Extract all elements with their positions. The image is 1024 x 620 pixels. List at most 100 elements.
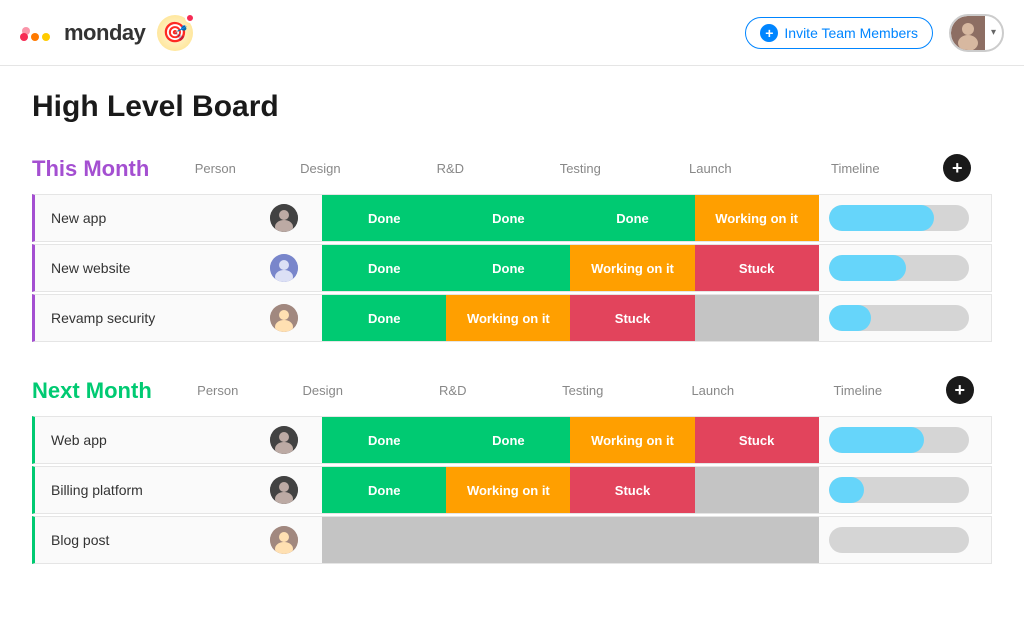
task-timeline bbox=[819, 477, 972, 503]
invite-btn-label: Invite Team Members bbox=[784, 25, 918, 41]
task-name: Billing platform bbox=[35, 482, 246, 498]
avatar bbox=[270, 204, 298, 232]
task-name: Blog post bbox=[35, 532, 246, 548]
section-this-month-title: This Month bbox=[32, 156, 149, 182]
task-status-testing bbox=[570, 517, 694, 563]
section-next-month-header: Next Month Person Design R&D Testing Lau… bbox=[32, 374, 992, 408]
timeline-bar bbox=[829, 527, 969, 553]
task-status-launch: Stuck bbox=[695, 417, 819, 463]
section-this-month-header: This Month Person Design R&D Testing Lau… bbox=[32, 152, 992, 186]
timeline-fill bbox=[829, 205, 934, 231]
avatar-image bbox=[951, 16, 985, 50]
task-status-testing: Working on it bbox=[570, 417, 694, 463]
task-person bbox=[246, 204, 322, 232]
mascot-icon: 🎯 bbox=[157, 15, 193, 51]
col-header-design: Design bbox=[255, 161, 385, 176]
monday-logo-icon bbox=[20, 23, 58, 43]
table-row: New website Done Done Working on it Stuc… bbox=[32, 244, 992, 292]
table-row: Billing platform Done Working on it Stuc… bbox=[32, 466, 992, 514]
task-timeline bbox=[819, 527, 972, 553]
invite-team-button[interactable]: + Invite Team Members bbox=[745, 17, 933, 49]
task-person bbox=[246, 426, 322, 454]
timeline-bar bbox=[829, 255, 969, 281]
task-status-rd: Done bbox=[446, 245, 570, 291]
section-this-month: This Month Person Design R&D Testing Lau… bbox=[32, 152, 992, 342]
task-status-launch bbox=[695, 517, 819, 563]
col-header-launch: Launch bbox=[645, 161, 775, 176]
task-status-testing: Stuck bbox=[570, 467, 694, 513]
avatar bbox=[270, 526, 298, 554]
task-status-rd bbox=[446, 517, 570, 563]
task-name: New website bbox=[35, 260, 246, 276]
mascot-notification-dot bbox=[185, 13, 195, 23]
avatar bbox=[270, 426, 298, 454]
task-status-testing: Done bbox=[570, 195, 694, 241]
timeline-bar bbox=[829, 205, 969, 231]
avatar bbox=[270, 254, 298, 282]
task-status-design bbox=[322, 517, 446, 563]
col-headers-this-month: Person Design R&D Testing Launch Timelin… bbox=[175, 152, 971, 184]
task-person bbox=[246, 254, 322, 282]
task-person bbox=[246, 304, 322, 332]
section-next-month: Next Month Person Design R&D Testing Lau… bbox=[32, 374, 992, 564]
task-person bbox=[246, 476, 322, 504]
table-row: New app Done Done Done Working on it bbox=[32, 194, 992, 242]
task-status-testing: Working on it bbox=[570, 245, 694, 291]
add-column-button-next-month[interactable]: + bbox=[946, 376, 974, 404]
task-name: Web app bbox=[35, 432, 246, 448]
header-right: + Invite Team Members ▾ bbox=[745, 14, 1004, 52]
task-person bbox=[246, 526, 322, 554]
col-header-design2: Design bbox=[258, 383, 388, 398]
task-status-launch bbox=[695, 467, 819, 513]
task-status-rd: Working on it bbox=[446, 467, 570, 513]
col-header-person2: Person bbox=[178, 383, 258, 398]
task-timeline bbox=[819, 255, 972, 281]
task-name: New app bbox=[35, 210, 246, 226]
task-status-rd: Done bbox=[446, 417, 570, 463]
table-row: Web app Done Done Working on it Stuck bbox=[32, 416, 992, 464]
col-header-rd2: R&D bbox=[388, 383, 518, 398]
task-status-design: Done bbox=[322, 195, 446, 241]
header: monday 🎯 + Invite Team Members ▾ bbox=[0, 0, 1024, 66]
task-timeline bbox=[819, 205, 972, 231]
col-header-timeline2: Timeline bbox=[778, 383, 938, 398]
timeline-fill bbox=[829, 255, 906, 281]
task-status-launch: Stuck bbox=[695, 245, 819, 291]
task-status-launch bbox=[695, 295, 819, 341]
table-row: Blog post bbox=[32, 516, 992, 564]
board-title: High Level Board bbox=[32, 90, 992, 124]
task-status-design: Done bbox=[322, 417, 446, 463]
timeline-fill bbox=[829, 477, 864, 503]
timeline-fill bbox=[829, 427, 924, 453]
timeline-bar bbox=[829, 427, 969, 453]
task-timeline bbox=[819, 305, 972, 331]
col-headers-next-month: Person Design R&D Testing Launch Timelin… bbox=[178, 374, 974, 406]
task-status-design: Done bbox=[322, 467, 446, 513]
col-header-rd: R&D bbox=[385, 161, 515, 176]
task-status-testing: Stuck bbox=[570, 295, 694, 341]
avatar-chevron-icon: ▾ bbox=[985, 27, 1002, 38]
add-column-button-this-month[interactable]: + bbox=[943, 154, 971, 182]
logo[interactable]: monday bbox=[20, 20, 145, 46]
col-header-person: Person bbox=[175, 161, 255, 176]
col-header-timeline: Timeline bbox=[775, 161, 935, 176]
task-status-design: Done bbox=[322, 295, 446, 341]
main-content: High Level Board This Month Person Desig… bbox=[0, 66, 1024, 620]
section-next-month-title: Next Month bbox=[32, 378, 152, 404]
user-avatar-menu[interactable]: ▾ bbox=[949, 14, 1004, 52]
timeline-fill bbox=[829, 305, 871, 331]
logo-wordmark: monday bbox=[64, 20, 145, 46]
table-row: Revamp security Done Working on it Stuck bbox=[32, 294, 992, 342]
avatar bbox=[270, 476, 298, 504]
task-name: Revamp security bbox=[35, 310, 246, 326]
task-status-design: Done bbox=[322, 245, 446, 291]
avatar bbox=[270, 304, 298, 332]
timeline-bar bbox=[829, 477, 969, 503]
task-status-launch: Working on it bbox=[695, 195, 819, 241]
col-header-testing2: Testing bbox=[518, 383, 648, 398]
col-header-testing: Testing bbox=[515, 161, 645, 176]
header-left: monday 🎯 bbox=[20, 15, 193, 51]
task-status-rd: Working on it bbox=[446, 295, 570, 341]
timeline-bar bbox=[829, 305, 969, 331]
task-timeline bbox=[819, 427, 972, 453]
